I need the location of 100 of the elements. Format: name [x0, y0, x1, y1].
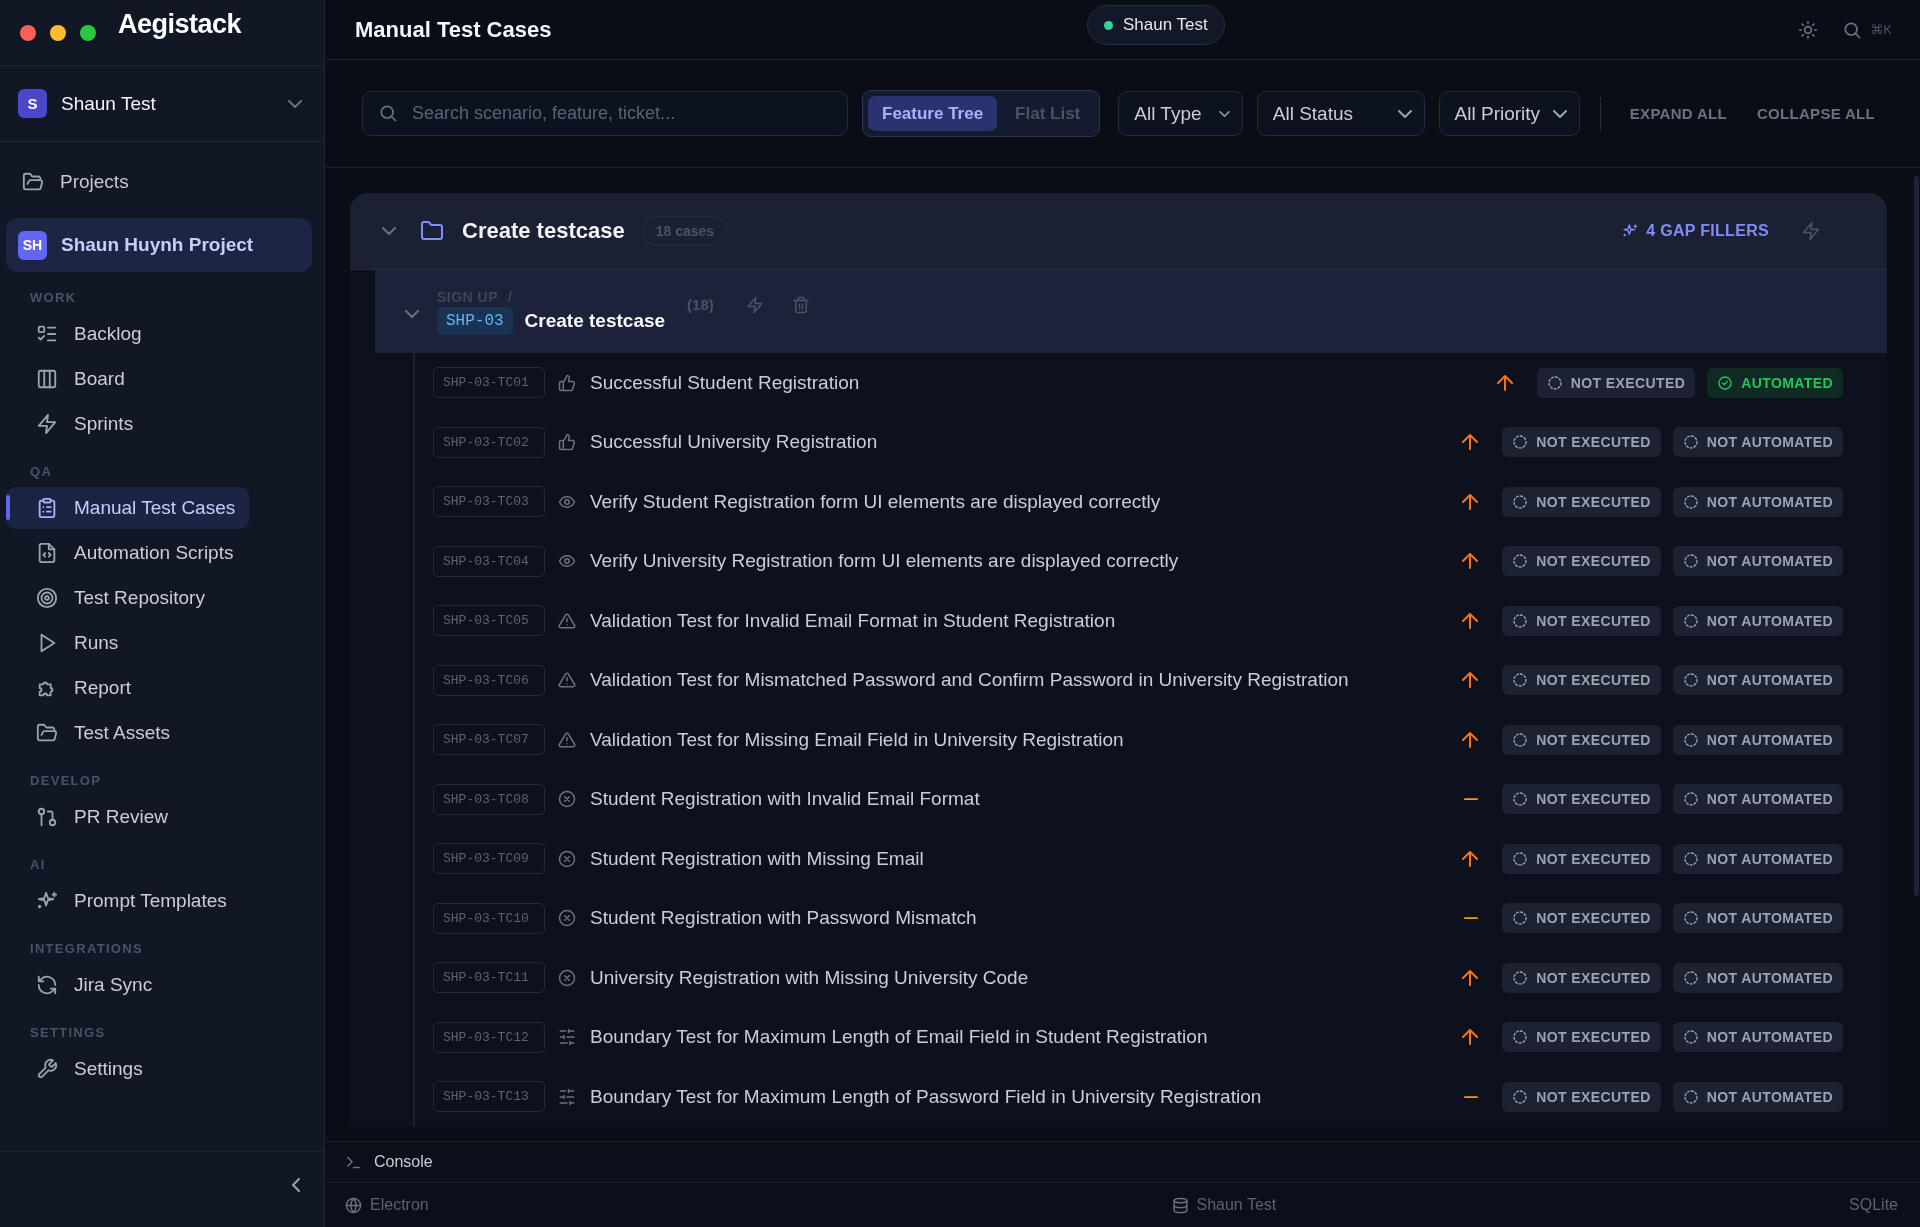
- automation-status-badge: NOT AUTOMATED: [1672, 1022, 1843, 1053]
- dashed-circle-icon: [1682, 493, 1699, 510]
- execution-status-badge: NOT EXECUTED: [1502, 903, 1661, 934]
- section-heading: INTEGRATIONS: [29, 940, 144, 958]
- case-title[interactable]: Boundary Test for Maximum Length of Password Field in University Registration: [590, 1085, 1262, 1108]
- dashed-circle-icon: [1512, 791, 1529, 808]
- search-field[interactable]: Search scenario, feature, ticket...: [362, 91, 848, 136]
- project-item[interactable]: SH Shaun Huynh Project: [6, 218, 312, 272]
- case-id: SHP-03-TC10: [433, 902, 545, 934]
- section-heading: QA: [29, 463, 54, 481]
- active-indicator: [6, 495, 10, 520]
- execution-status-badge: NOT EXECUTED: [1502, 605, 1661, 636]
- case-title[interactable]: Student Registration with Missing Email: [590, 847, 924, 870]
- scrollbar[interactable]: [1914, 176, 1919, 896]
- trash-icon[interactable]: [791, 295, 810, 314]
- chevron-down-icon[interactable]: [405, 309, 419, 318]
- lightning-icon[interactable]: [745, 295, 764, 314]
- dashed-circle-icon: [1682, 969, 1699, 986]
- nav-item[interactable]: Sprints: [6, 402, 148, 445]
- filter-dropdown[interactable]: All Priority: [1438, 91, 1580, 136]
- text-button[interactable]: EXPAND ALL: [1614, 97, 1742, 130]
- warning-icon: [558, 730, 576, 749]
- nav-item[interactable]: Test Assets: [6, 711, 185, 754]
- dashed-circle-icon: [1512, 731, 1529, 748]
- dashed-circle-icon: [1512, 910, 1529, 927]
- automation-status-badge: AUTOMATED: [1707, 367, 1843, 398]
- project-avatar: SH: [18, 230, 47, 260]
- case-title[interactable]: Successful Student Registration: [590, 371, 860, 394]
- text-button[interactable]: COLLAPSE ALL: [1741, 97, 1890, 130]
- case-title[interactable]: Verify Student Registration form UI elements are displayed correctly: [590, 490, 1161, 513]
- connection-pill[interactable]: Shaun Test: [1087, 5, 1225, 45]
- workspace-avatar: S: [18, 89, 47, 118]
- dashed-circle-icon: [1512, 850, 1529, 867]
- case-id: SHP-03-TC05: [433, 605, 545, 637]
- nav-item[interactable]: Board: [6, 357, 139, 400]
- case-title[interactable]: Validation Test for Mismatched Password and Confirm Password in University Registration: [590, 669, 1349, 692]
- console-toggle[interactable]: Console: [345, 1153, 433, 1171]
- nav-item[interactable]: PR Review: [6, 795, 182, 838]
- group-title: Create testcase: [462, 218, 625, 244]
- globe-icon: [345, 1196, 362, 1214]
- page-title: Manual Test Cases: [355, 16, 552, 43]
- case-title[interactable]: Validation Test for Invalid Email Format in Student Registration: [590, 609, 1116, 632]
- execution-status-badge: NOT EXECUTED: [1502, 724, 1661, 755]
- case-title[interactable]: Boundary Test for Maximum Length of Email Field in Student Registration: [590, 1026, 1208, 1049]
- gap-fillers-button[interactable]: 4 GAP FILLERS: [1622, 222, 1769, 240]
- execution-status-badge: NOT EXECUTED: [1502, 962, 1661, 993]
- nav-item[interactable]: Manual Test Cases: [6, 486, 250, 529]
- chevron-down-icon: [1397, 109, 1412, 118]
- execution-status-badge: NOT EXECUTED: [1502, 427, 1661, 458]
- nav-item[interactable]: Prompt Templates: [6, 879, 241, 922]
- case-id: SHP-03-TC13: [433, 1081, 545, 1113]
- case-id: SHP-03-TC06: [433, 664, 545, 696]
- clipboard-icon: [36, 496, 58, 519]
- case-title[interactable]: Student Registration with Password Mismatch: [590, 907, 977, 930]
- nav-item[interactable]: Test Repository: [6, 576, 219, 619]
- folder-icon: [36, 721, 58, 744]
- database-status: Shaun Test: [1171, 1196, 1277, 1214]
- execution-status-badge: NOT EXECUTED: [1536, 367, 1696, 398]
- execution-status-badge: NOT EXECUTED: [1502, 486, 1661, 517]
- automation-status-badge: NOT AUTOMATED: [1672, 1081, 1843, 1112]
- nav-item[interactable]: Runs: [6, 621, 133, 664]
- nav-item[interactable]: Automation Scripts: [6, 531, 248, 574]
- nav-item[interactable]: Jira Sync: [6, 963, 167, 1006]
- x-circle-icon: [558, 968, 576, 987]
- nav-item[interactable]: Settings: [6, 1047, 157, 1090]
- nav-item[interactable]: Report: [6, 666, 146, 709]
- automation-status-badge: NOT AUTOMATED: [1672, 962, 1843, 993]
- platform-status: Electron: [345, 1196, 429, 1214]
- shortcut-hint: ⌘K: [1870, 22, 1892, 37]
- workspace-switcher[interactable]: S Shaun Test: [0, 66, 324, 142]
- case-id: SHP-03-TC12: [433, 1021, 545, 1053]
- database-icon: [1171, 1196, 1189, 1214]
- x-circle-icon: [558, 790, 576, 809]
- engine-label: SQLite: [1849, 1196, 1898, 1214]
- case-title[interactable]: Validation Test for Missing Email Field in University Registration: [590, 728, 1124, 751]
- case-title[interactable]: Successful University Registration: [590, 431, 878, 454]
- sliders-icon: [558, 1087, 576, 1106]
- case-id: SHP-03-TC11: [433, 962, 545, 994]
- x-circle-icon: [558, 909, 576, 928]
- refresh-icon: [36, 973, 58, 996]
- automation-status-badge: NOT AUTOMATED: [1672, 665, 1843, 696]
- case-title[interactable]: Verify University Registration form UI elements are displayed correctly: [590, 550, 1179, 573]
- theme-icon[interactable]: [1798, 19, 1819, 40]
- filter-dropdown[interactable]: All Status: [1256, 91, 1425, 136]
- case-id: SHP-03-TC03: [433, 486, 545, 518]
- case-title[interactable]: Student Registration with Invalid Email Format: [590, 788, 980, 811]
- filter-dropdown[interactable]: All Type: [1118, 91, 1243, 136]
- project-name: Shaun Huynh Project: [61, 234, 254, 256]
- dashed-circle-icon: [1512, 612, 1529, 629]
- nav-item[interactable]: Backlog: [6, 312, 156, 355]
- x-circle-icon: [558, 849, 576, 868]
- nav-item[interactable]: Projects: [6, 162, 312, 202]
- view-tab[interactable]: Feature Tree: [868, 96, 998, 131]
- chevron-down-icon[interactable]: [382, 227, 396, 235]
- section-heading: SETTINGS: [29, 1024, 107, 1042]
- automation-status-badge: NOT AUTOMATED: [1672, 427, 1843, 458]
- warning-icon: [558, 611, 576, 630]
- lightning-icon[interactable]: [1801, 221, 1821, 241]
- collapse-icon[interactable]: [292, 1178, 300, 1192]
- case-title[interactable]: University Registration with Missing University Code: [590, 966, 1029, 989]
